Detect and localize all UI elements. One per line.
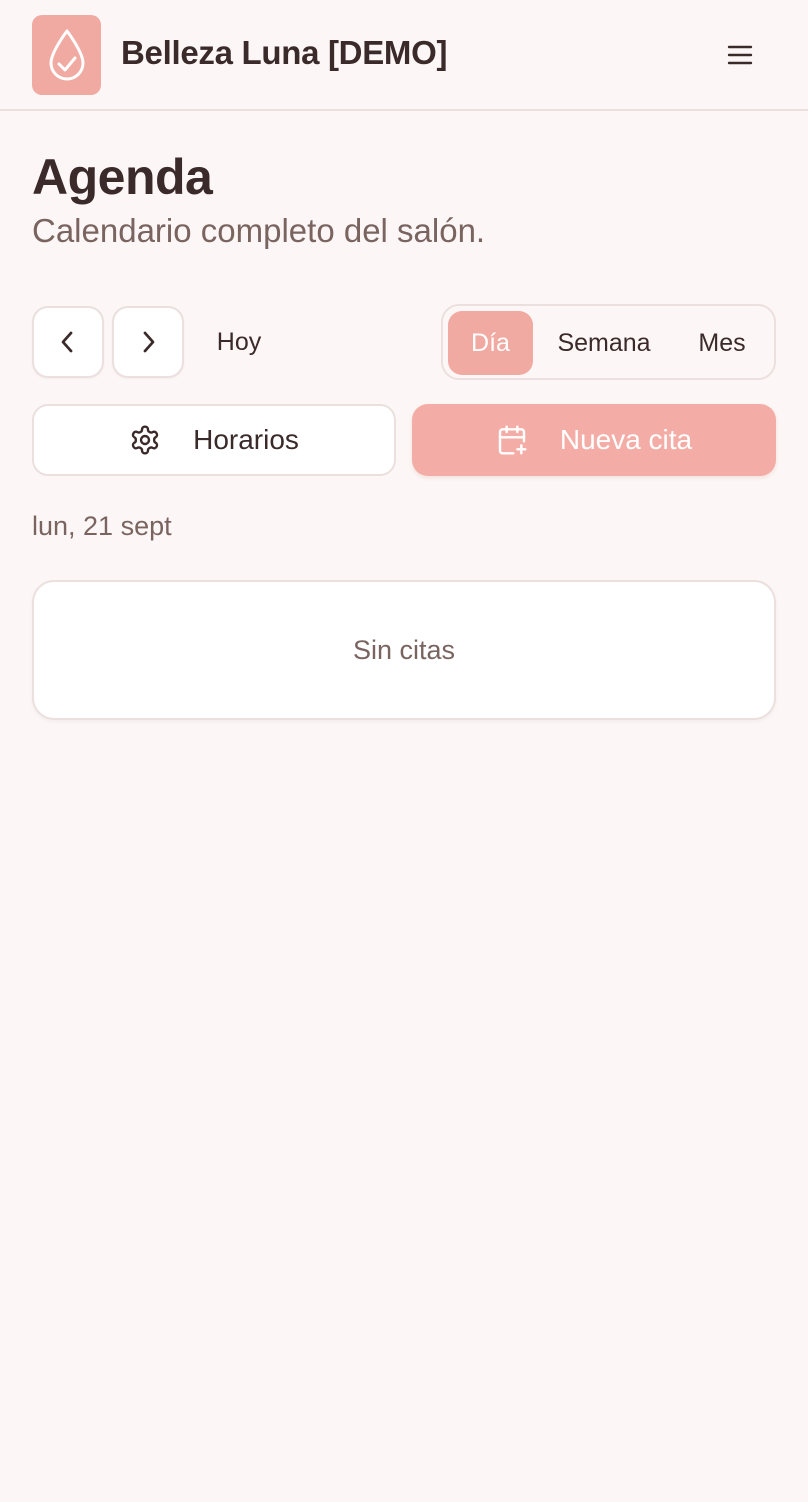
schedules-button[interactable]: Horarios — [32, 404, 396, 476]
appointments-empty-state: Sin citas — [32, 580, 776, 720]
app-logo[interactable] — [32, 15, 101, 95]
chevron-right-icon — [137, 329, 159, 355]
schedules-button-label: Horarios — [193, 424, 299, 455]
view-toggle: Día Semana Mes — [441, 304, 776, 380]
today-button[interactable]: Hoy — [196, 306, 282, 378]
app-header: Belleza Luna [DEMO] — [0, 0, 808, 111]
chevron-left-icon — [57, 329, 79, 355]
menu-button[interactable] — [718, 34, 762, 76]
calendar-plus-icon — [496, 424, 528, 456]
new-appointment-label: Nueva cita — [559, 424, 693, 455]
droplet-check-icon — [47, 28, 87, 82]
empty-state-text: Sin citas — [352, 634, 456, 665]
page-subtitle: Calendario completo del salón. — [32, 212, 486, 249]
view-option-day[interactable]: Día — [448, 311, 533, 375]
view-option-month[interactable]: Mes — [673, 311, 771, 375]
app-title: Belleza Luna [DEMO] — [121, 34, 448, 71]
current-date-label: lun, 21 sept — [32, 511, 172, 541]
previous-day-button[interactable] — [32, 306, 104, 378]
new-appointment-button[interactable]: Nueva cita — [412, 404, 776, 476]
page-title: Agenda — [32, 149, 213, 205]
hamburger-menu-icon — [726, 43, 754, 67]
view-option-week[interactable]: Semana — [541, 311, 667, 375]
gear-icon — [129, 424, 161, 456]
next-day-button[interactable] — [112, 306, 184, 378]
